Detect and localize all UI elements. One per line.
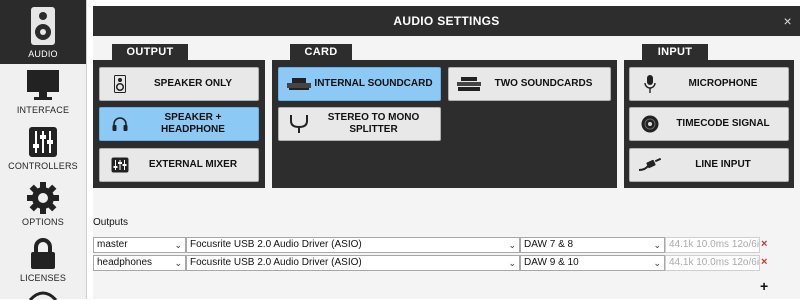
- two-soundcards-option[interactable]: TWO SOUNDCARDS: [448, 67, 611, 101]
- port-select[interactable]: DAW 7 & 8 ⌄: [520, 237, 665, 253]
- line-cable-icon: [639, 158, 661, 171]
- option-label: TIMECODE SIGNAL: [676, 118, 770, 129]
- option-label: INTERNAL SOUNDCARD: [314, 78, 433, 89]
- sidebar-item-licenses[interactable]: LICENSES: [0, 236, 86, 290]
- sidebar-item-label: OPTIONS: [22, 217, 64, 227]
- gear-icon: [27, 182, 59, 214]
- sidebar-item-interface[interactable]: INTERFACE: [0, 66, 86, 120]
- channel-select[interactable]: master ⌄: [93, 237, 186, 253]
- option-label: TWO SOUNDCARDS: [494, 78, 593, 89]
- speaker-icon: [114, 75, 126, 93]
- headphone-icon: [112, 117, 128, 131]
- sidebar-item-label: AUDIO: [28, 49, 58, 59]
- sidebar-item-label: LICENSES: [19, 273, 67, 283]
- option-label: SPEAKER ONLY: [154, 78, 232, 89]
- sidebar-item-controllers[interactable]: CONTROLLERS: [0, 124, 86, 178]
- sidebar-item-label: INTERFACE: [16, 105, 70, 115]
- option-label: STEREO TO MONO SPLITTER: [327, 112, 420, 135]
- port-value: DAW 9 & 10: [524, 257, 579, 268]
- channel-value: headphones: [97, 257, 153, 268]
- sidebar: AUDIO INTERFACE CONTROLLERS OPTIONS LICE…: [0, 0, 87, 300]
- sidebar-item-options[interactable]: OPTIONS: [0, 180, 86, 234]
- card-panel: INTERNAL SOUNDCARD TWO SOUNDCARDS STEREO…: [272, 60, 617, 188]
- lock-icon: [31, 238, 55, 269]
- latency-value: 44.1k 10.0ms 12o/6i: [669, 239, 760, 250]
- speaker-icon: [31, 7, 55, 45]
- chevron-down-icon: ⌄: [653, 240, 661, 250]
- port-value: DAW 7 & 8: [524, 239, 574, 250]
- sidebar-item-label: CONTROLLERS: [8, 161, 78, 171]
- channel-value: master: [97, 239, 128, 250]
- input-panel: MICROPHONE TIMECODE SIGNAL LINE INPUT: [624, 60, 794, 188]
- two-soundcards-icon: [457, 77, 481, 91]
- speaker-only-option[interactable]: SPEAKER ONLY: [99, 67, 259, 101]
- option-label: SPEAKER + HEADPHONE: [161, 112, 225, 135]
- soundcard-icon: [287, 78, 311, 90]
- chevron-down-icon: ⌄: [508, 258, 516, 268]
- external-mixer-option[interactable]: EXTERNAL MIXER: [99, 148, 259, 182]
- latency-info: 44.1k 10.0ms 12o/6i: [665, 255, 760, 271]
- remove-output-button[interactable]: ×: [761, 256, 767, 268]
- remove-output-button[interactable]: ×: [761, 238, 767, 250]
- chevron-down-icon: ⌄: [508, 240, 516, 250]
- page-title: AUDIO SETTINGS: [393, 14, 500, 28]
- latency-info: 44.1k 10.0ms 12o/6i: [665, 237, 760, 253]
- driver-select[interactable]: Focusrite USB 2.0 Audio Driver (ASIO) ⌄: [186, 237, 520, 253]
- microphone-icon: [644, 75, 656, 93]
- input-section-title: INPUT: [642, 44, 708, 60]
- chevron-down-icon: ⌄: [653, 258, 661, 268]
- speaker-headphone-option[interactable]: SPEAKER + HEADPHONE: [99, 107, 259, 141]
- line-input-option[interactable]: LINE INPUT: [629, 148, 789, 182]
- card-section-title: CARD: [290, 44, 352, 60]
- stereo-mono-splitter-option[interactable]: STEREO TO MONO SPLITTER: [278, 107, 441, 141]
- mixer-icon: [111, 157, 129, 173]
- close-button[interactable]: ×: [784, 6, 792, 36]
- port-select[interactable]: DAW 9 & 10 ⌄: [520, 255, 665, 271]
- add-output-button[interactable]: +: [760, 278, 768, 294]
- chevron-down-icon: ⌄: [174, 240, 182, 250]
- output-panel: SPEAKER ONLY SPEAKER + HEADPHONE EXTERNA…: [93, 60, 265, 188]
- driver-value: Focusrite USB 2.0 Audio Driver (ASIO): [190, 239, 362, 250]
- sliders-icon: [29, 127, 57, 157]
- monitor-icon: [27, 70, 59, 100]
- outputs-label: Outputs: [93, 217, 129, 228]
- option-label: LINE INPUT: [695, 159, 751, 170]
- driver-select[interactable]: Focusrite USB 2.0 Audio Driver (ASIO) ⌄: [186, 255, 520, 271]
- sidebar-item-audio[interactable]: AUDIO: [0, 0, 86, 64]
- timecode-signal-option[interactable]: TIMECODE SIGNAL: [629, 107, 789, 141]
- output-section-title: OUTPUT: [112, 44, 188, 60]
- internal-soundcard-option[interactable]: INTERNAL SOUNDCARD: [278, 67, 441, 101]
- microphone-option[interactable]: MICROPHONE: [629, 67, 789, 101]
- chevron-down-icon: ⌄: [174, 258, 182, 268]
- splitter-cable-icon: [290, 115, 308, 133]
- driver-value: Focusrite USB 2.0 Audio Driver (ASIO): [190, 257, 362, 268]
- window-header: AUDIO SETTINGS ×: [93, 6, 800, 36]
- channel-select[interactable]: headphones ⌄: [93, 255, 186, 271]
- latency-value: 44.1k 10.0ms 12o/6i: [669, 257, 760, 268]
- vinyl-icon: [641, 115, 659, 133]
- option-label: EXTERNAL MIXER: [148, 159, 238, 170]
- option-label: MICROPHONE: [688, 78, 758, 89]
